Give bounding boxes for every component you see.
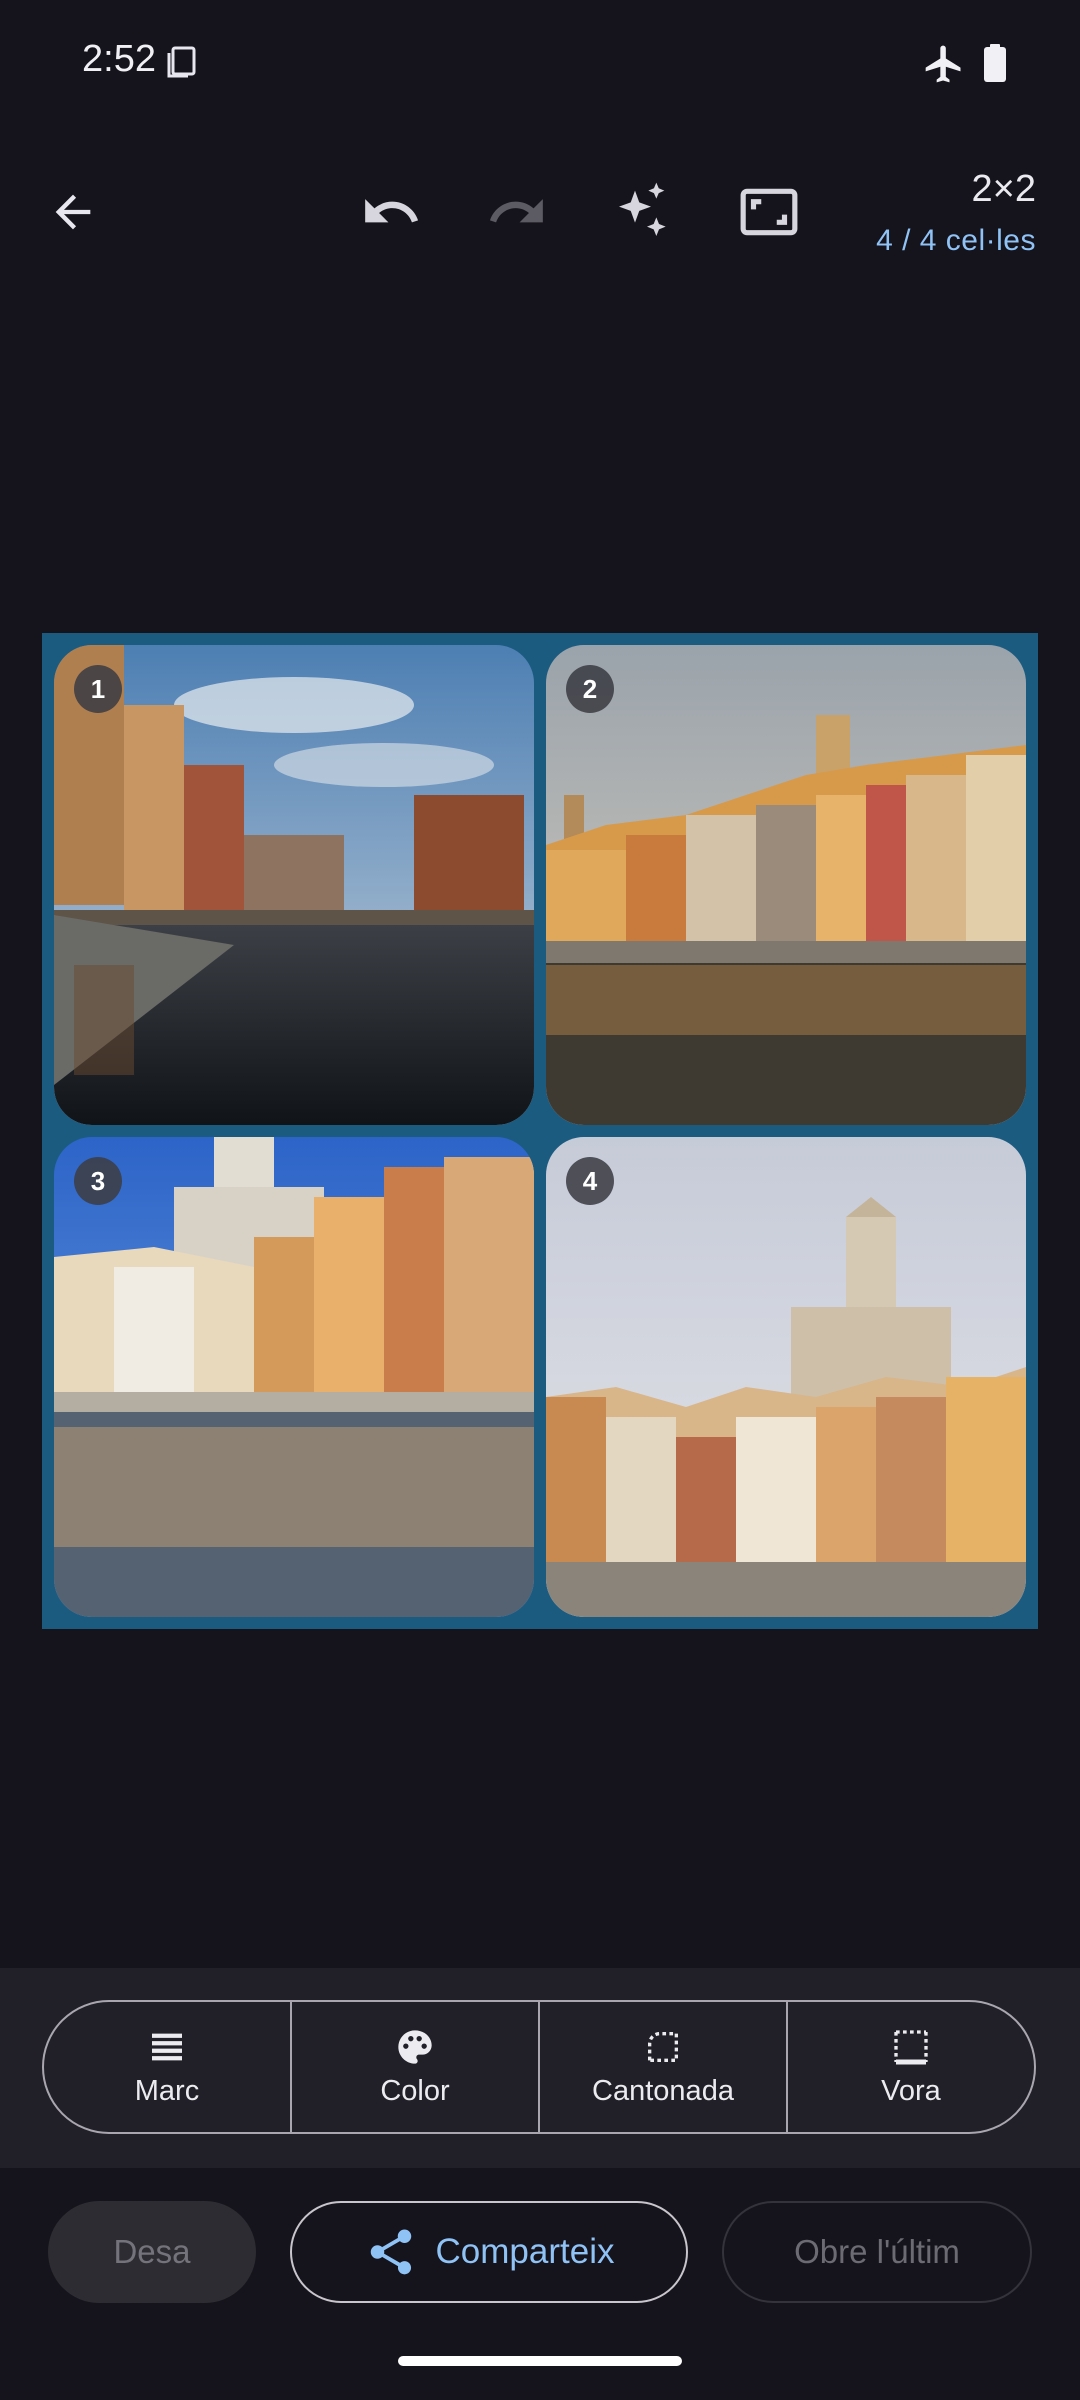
cell-number-badge: 4 (566, 1157, 614, 1205)
screenshot-icon (167, 46, 196, 78)
cell-count-label: 4 / 4 cel·les (876, 224, 1036, 257)
tool-border-button[interactable]: Vora (788, 2002, 1034, 2132)
style-segmented-control: Marc Color Cantonada Vora (42, 2000, 1036, 2134)
cell-number-badge: 1 (74, 665, 122, 713)
arrow-back-icon (55, 194, 91, 230)
undo-button[interactable] (346, 167, 436, 257)
auto-enhance-button[interactable] (598, 167, 688, 257)
collage-cell-1[interactable]: 1 (54, 645, 534, 1125)
tool-color-label: Color (380, 2074, 450, 2107)
photo-girona-cathedral-view (546, 1137, 1026, 1617)
back-button[interactable] (28, 167, 118, 257)
photo-girona-cathedral-river (54, 1137, 534, 1617)
battery-full-icon (984, 44, 1006, 82)
lines-icon (152, 2033, 182, 2060)
collage-cell-2[interactable]: 2 (546, 645, 1026, 1125)
redo-icon (489, 199, 543, 223)
tool-corner-button[interactable]: Cantonada (540, 2002, 788, 2132)
photo-girona-canal (54, 645, 534, 1125)
fit-screen-icon (740, 188, 798, 236)
share-button[interactable]: Comparteix (290, 2201, 688, 2303)
tool-color-button[interactable]: Color (292, 2002, 540, 2132)
cell-number-badge: 3 (74, 1157, 122, 1205)
tool-frame-button[interactable]: Marc (44, 2002, 292, 2132)
grid-size-label[interactable]: 2×2 (972, 168, 1036, 211)
collage-cell-4[interactable]: 4 (546, 1137, 1026, 1617)
cell-number-badge: 2 (566, 665, 614, 713)
open-last-button[interactable]: Obre l'últim (722, 2201, 1032, 2303)
sparkle-icon (619, 182, 666, 236)
tool-frame-label: Marc (134, 2074, 200, 2107)
collage-cell-3[interactable]: 3 (54, 1137, 534, 1617)
tool-corner-label: Cantonada (592, 2074, 734, 2107)
palette-icon (398, 2029, 432, 2064)
share-icon (370, 2229, 411, 2275)
airplane-mode-icon (925, 45, 961, 83)
collage-canvas[interactable]: 1 2 3 4 (42, 633, 1038, 1629)
undo-icon (365, 199, 419, 223)
tool-border-label: Vora (881, 2074, 941, 2107)
fit-screen-button[interactable] (724, 167, 814, 257)
share-button-label: Comparteix (435, 2232, 615, 2271)
rounded-corner-icon (648, 2031, 678, 2062)
home-indicator[interactable] (398, 2356, 682, 2366)
border-icon (894, 2029, 928, 2064)
save-button[interactable]: Desa (48, 2201, 256, 2303)
photo-girona-riverside (546, 645, 1026, 1125)
redo-button[interactable] (472, 167, 562, 257)
status-time: 2:52 (82, 38, 156, 80)
